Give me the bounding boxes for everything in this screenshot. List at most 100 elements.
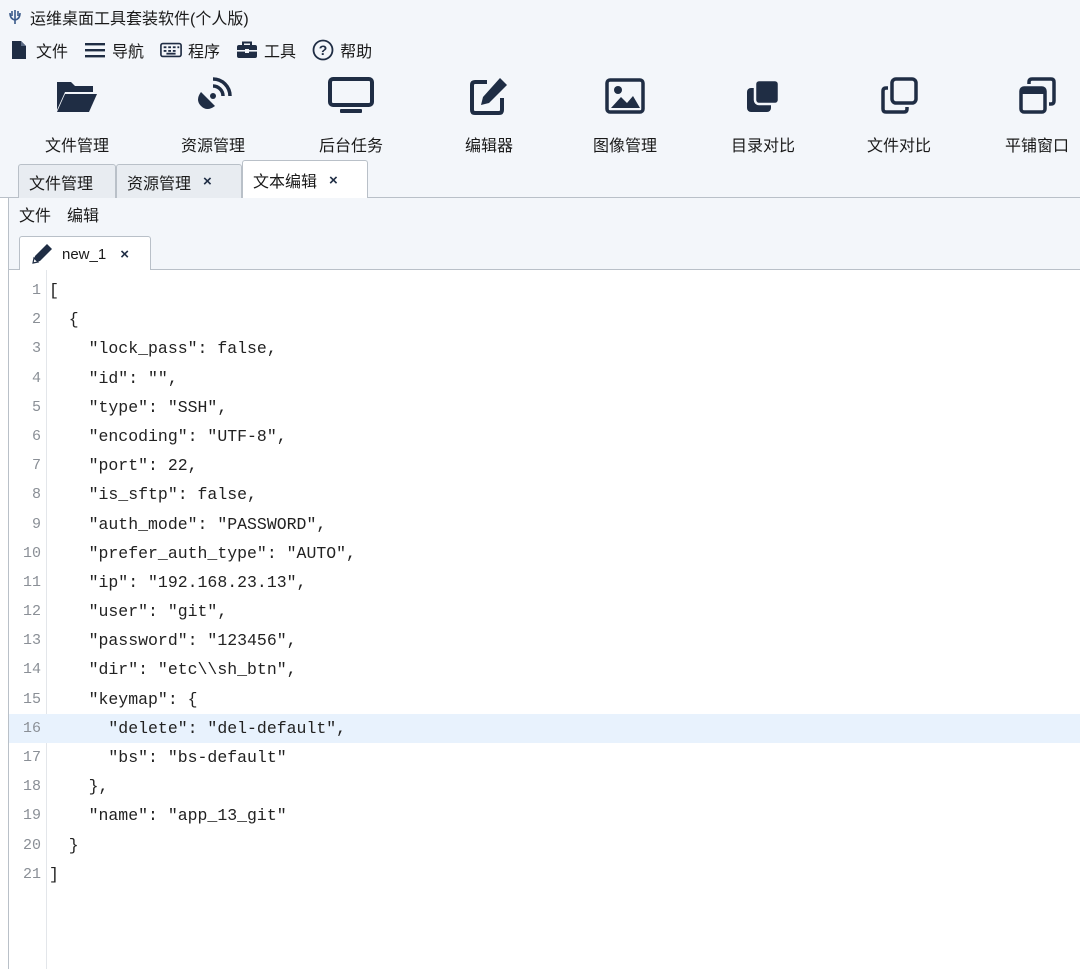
keyboard-icon: [160, 39, 182, 61]
code-line[interactable]: 11 "ip": "192.168.23.13",: [9, 568, 1080, 597]
code-line-text: [: [49, 281, 59, 300]
toolbar-dir-compare-label: 目录对比: [730, 138, 795, 155]
app-title: 运维桌面工具套装软件(个人版): [30, 11, 249, 28]
code-line-text: ]: [49, 864, 59, 884]
monitor-icon: [296, 74, 406, 118]
code-line[interactable]: 10 "prefer_auth_type": "AUTO",: [9, 539, 1080, 568]
tab-file-manager[interactable]: 文件管理: [18, 164, 116, 198]
toolbar-tile-windows-button[interactable]: 平铺窗口: [982, 74, 1080, 158]
line-number: 17: [22, 749, 41, 766]
menu-navigation[interactable]: 导航: [76, 34, 152, 66]
code-line-text: }: [49, 835, 79, 855]
code-line[interactable]: 9 "auth_mode": "PASSWORD",: [9, 510, 1080, 539]
line-number: 4: [31, 369, 41, 387]
code-line[interactable]: 13 "password": "123456",: [9, 626, 1080, 655]
menu-program[interactable]: 程序: [152, 34, 228, 66]
line-number: 7: [31, 457, 41, 475]
line-number: 6: [31, 427, 41, 445]
code-line[interactable]: 15 "keymap": {: [9, 685, 1080, 714]
code-line[interactable]: 14 "dir": "etc\\sh_btn",: [9, 655, 1080, 684]
line-number: 16: [22, 719, 41, 737]
code-line[interactable]: 2 {: [9, 305, 1080, 334]
code-line[interactable]: 1[: [9, 276, 1080, 305]
satellite-icon: [158, 74, 268, 118]
code-line[interactable]: 16 "delete": "del-default",: [9, 713, 1080, 743]
menu-program-label: 程序: [188, 44, 221, 61]
toolbar-file-manager-label: 文件管理: [44, 138, 109, 155]
folder-open-icon: [22, 74, 132, 118]
tab-resource-manager-close-icon[interactable]: ×: [203, 173, 212, 190]
code-line[interactable]: 3 "lock_pass": false,: [9, 334, 1080, 363]
editor-menu-bar: 文件 编辑: [8, 198, 1080, 230]
code-line[interactable]: 12 "user": "git",: [9, 597, 1080, 626]
toolbar-resource-manager-button[interactable]: 资源管理: [158, 74, 268, 158]
line-number: 13: [22, 632, 41, 650]
line-number: 3: [31, 340, 41, 358]
document-tab-close-icon[interactable]: ×: [120, 246, 129, 263]
code-line-text: "type": "SSH",: [49, 397, 228, 417]
code-line-text: "port": 22,: [49, 456, 198, 476]
code-line-text: "delete": "del-default",: [49, 718, 347, 738]
menu-help-label: 帮助: [340, 44, 373, 61]
help-icon: ?: [312, 39, 334, 61]
toolbar: 文件管理 资源管理 后台任务 编辑器 图像管理 目录对比 文件对比 平铺窗口: [0, 66, 1080, 158]
code-line[interactable]: 4 "id": "",: [9, 364, 1080, 393]
line-number: 2: [31, 311, 41, 329]
toolbar-editor-button[interactable]: 编辑器: [434, 74, 544, 158]
code-line-text: "dir": "etc\\sh_btn",: [49, 660, 297, 680]
tab-file-manager-label: 文件管理: [29, 175, 94, 193]
code-line-text: },: [49, 777, 109, 797]
tab-text-editor-close-icon[interactable]: ×: [329, 172, 338, 189]
line-number: 5: [31, 398, 41, 416]
editor-menu-file[interactable]: 文件: [9, 202, 57, 226]
pencil-icon: [30, 242, 54, 266]
toolbar-resource-manager-label: 资源管理: [180, 138, 245, 155]
tab-text-editor[interactable]: 文本编辑 ×: [242, 160, 368, 199]
code-line-text: "encoding": "UTF-8",: [49, 426, 287, 446]
menu-file-label: 文件: [36, 44, 69, 61]
code-line-text: "bs": "bs-default": [49, 748, 287, 767]
code-line-text: "password": "123456",: [49, 631, 297, 651]
windows-icon: [982, 74, 1080, 118]
tab-resource-manager[interactable]: 资源管理 ×: [116, 164, 242, 198]
line-number: 8: [31, 486, 41, 504]
editor-menu-edit[interactable]: 编辑: [57, 202, 105, 226]
tab-resource-manager-label: 资源管理: [127, 175, 192, 193]
document-tab-label: new_1: [62, 245, 107, 263]
code-line[interactable]: 5 "type": "SSH",: [9, 393, 1080, 422]
toolbar-file-compare-button[interactable]: 文件对比: [844, 74, 954, 158]
line-number: 1: [31, 282, 41, 299]
toolbar-file-manager-button[interactable]: 文件管理: [22, 74, 132, 158]
toolbar-file-compare-label: 文件对比: [866, 138, 931, 155]
code-line[interactable]: 21]: [9, 860, 1080, 889]
menu-tools-label: 工具: [264, 44, 297, 61]
toolbar-dir-compare-button[interactable]: 目录对比: [708, 74, 818, 158]
toolbar-background-tasks-button[interactable]: 后台任务: [296, 74, 406, 158]
menu-bar: 文件 导航 程序 工具 ? 帮助: [0, 34, 1080, 66]
menu-file[interactable]: 文件: [0, 34, 76, 66]
module-tab-bar: 文件管理 资源管理 × 文本编辑 ×: [0, 158, 1080, 199]
code-line-text: "lock_pass": false,: [49, 339, 277, 359]
code-line[interactable]: 8 "is_sftp": false,: [9, 480, 1080, 509]
code-line[interactable]: 18 },: [9, 772, 1080, 801]
document-tab-bar: new_1 ×: [8, 230, 1080, 271]
code-area[interactable]: 1[2 {3 "lock_pass": false, 4 "id": "", 5 "…: [9, 276, 1080, 889]
code-line-text: "name": "app_13_git": [49, 806, 287, 826]
line-number: 11: [22, 573, 41, 591]
menu-help[interactable]: ? 帮助: [304, 34, 380, 66]
code-line[interactable]: 7 "port": 22,: [9, 451, 1080, 480]
toolbar-image-manager-button[interactable]: 图像管理: [570, 74, 680, 158]
code-line[interactable]: 19 "name": "app_13_git": [9, 801, 1080, 830]
toolbar-tile-windows-label: 平铺窗口: [1004, 138, 1069, 155]
code-line[interactable]: 20 }: [9, 831, 1080, 860]
code-line[interactable]: 17 "bs": "bs-default": [9, 743, 1080, 772]
code-line-text: "keymap": {: [49, 689, 198, 709]
menu-tools[interactable]: 工具: [228, 34, 304, 66]
document-tab-new-1[interactable]: new_1 ×: [19, 236, 151, 271]
title-bar: 运维桌面工具套装软件(个人版): [0, 0, 1080, 34]
menu-navigation-label: 导航: [112, 44, 145, 61]
code-line-text: "user": "git",: [49, 602, 228, 622]
code-line[interactable]: 6 "encoding": "UTF-8",: [9, 422, 1080, 451]
line-number: 20: [22, 836, 41, 854]
code-editor[interactable]: 1[2 {3 "lock_pass": false, 4 "id": "", 5 "…: [8, 270, 1080, 969]
